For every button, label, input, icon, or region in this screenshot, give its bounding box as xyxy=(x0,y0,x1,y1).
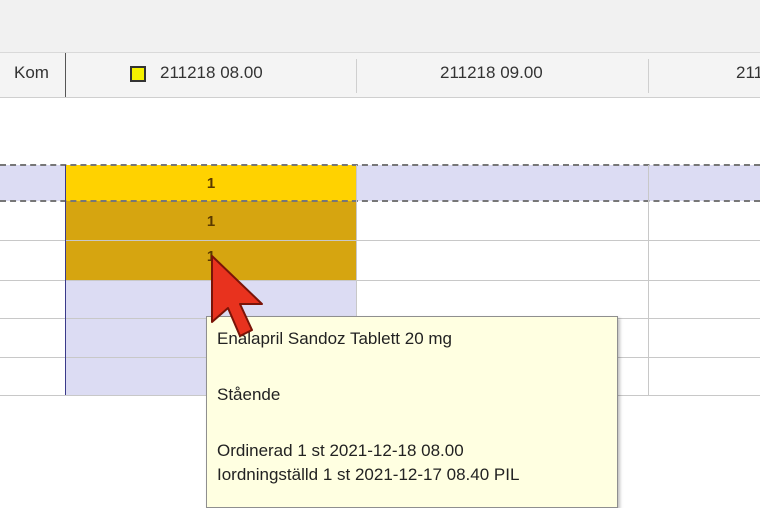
grid-row[interactable]: 1 xyxy=(0,240,760,280)
column-divider xyxy=(65,165,66,395)
dose-cell[interactable]: 1 xyxy=(66,201,356,240)
schedule-header: Kom 211218 08.00 211218 09.00 211 xyxy=(0,52,760,98)
toolbar-area xyxy=(0,0,760,52)
column-header-time-1[interactable]: 211218 08.00 xyxy=(160,53,263,97)
row-divider xyxy=(0,280,760,281)
column-divider xyxy=(356,59,357,93)
column-divider xyxy=(648,165,649,395)
medication-tooltip: Enalapril Sandoz Tablett 20 mg Stående O… xyxy=(206,316,618,508)
column-divider xyxy=(65,53,66,97)
grid-row[interactable]: 1 xyxy=(0,201,760,240)
column-checkbox[interactable] xyxy=(130,66,146,82)
tooltip-ordered: Ordinerad 1 st 2021-12-18 08.00 xyxy=(217,441,464,460)
column-header-kom[interactable]: Kom xyxy=(14,53,49,97)
dose-mark: 1 xyxy=(206,175,216,192)
grid-row[interactable]: 1 xyxy=(0,165,760,201)
arrow-cursor-icon xyxy=(211,255,263,337)
tooltip-prepared: Iordningställd 1 st 2021-12-17 08.40 PIL xyxy=(217,465,520,484)
dose-mark: 1 xyxy=(206,213,216,230)
row-divider xyxy=(0,240,760,241)
tooltip-position: Stående xyxy=(217,385,281,404)
column-header-time-2[interactable]: 211218 09.00 xyxy=(440,53,543,97)
column-divider xyxy=(648,59,649,93)
grid-row[interactable] xyxy=(0,280,760,318)
dashed-separator xyxy=(0,200,760,202)
dose-cell[interactable]: 1 xyxy=(66,165,356,201)
column-header-time-3[interactable]: 211 xyxy=(736,53,760,97)
dashed-separator xyxy=(0,164,760,166)
